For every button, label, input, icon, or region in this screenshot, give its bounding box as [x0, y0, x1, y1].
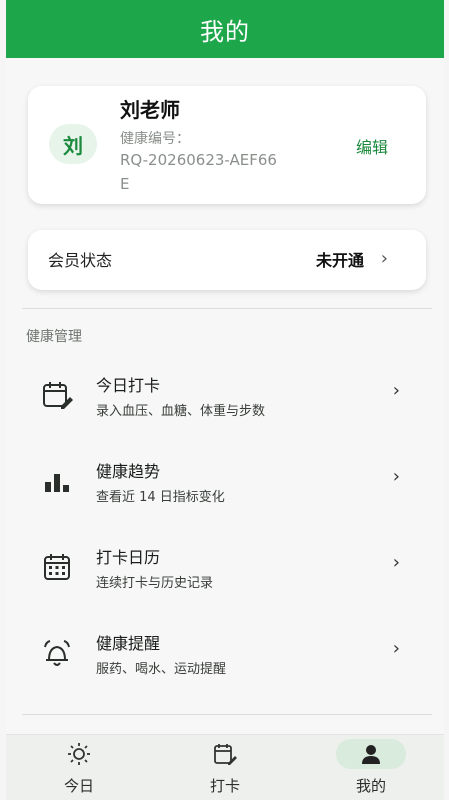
- membership-value: 未开通: [315, 251, 364, 270]
- page-title: 我的: [200, 17, 250, 46]
- menu-item-health-trend[interactable]: 健康趋势 查看近 14 日指标变化 ›: [26, 444, 424, 516]
- tab-mine[interactable]: 我的: [298, 735, 444, 800]
- membership-label: 会员状态: [48, 251, 113, 270]
- calendar-edit-icon: [214, 744, 237, 765]
- calendar-grid-icon: [44, 554, 70, 580]
- menu-item-title: 打卡日历: [96, 548, 161, 567]
- menu-item-health-reminder[interactable]: 健康提醒 服药、喝水、运动提醒 ›: [26, 616, 424, 688]
- bottom-tab-bar: 今日 打卡 我的: [6, 734, 444, 800]
- section-title: 健康管理: [26, 329, 82, 345]
- divider: [22, 308, 432, 309]
- menu-item-subtitle: 连续打卡与历史记录: [96, 576, 214, 591]
- membership-status-row[interactable]: 会员状态 未开通 ›: [28, 230, 426, 290]
- tab-label: 打卡: [209, 777, 240, 795]
- menu-item-subtitle: 服药、喝水、运动提醒: [96, 662, 227, 677]
- profile-card: 刘 刘老师 健康编号： RQ-20260623-AEF66E 编辑: [28, 86, 426, 204]
- chevron-right-icon: ›: [392, 466, 400, 487]
- chevron-right-icon: ›: [392, 638, 400, 659]
- chevron-right-icon: ›: [392, 552, 400, 573]
- menu-item-title: 健康提醒: [96, 634, 161, 653]
- bar-chart-icon: [45, 474, 69, 492]
- menu-item-daily-checkin[interactable]: 今日打卡 录入血压、血糖、体重与步数 ›: [26, 358, 424, 430]
- alarm-bell-icon: [44, 640, 70, 666]
- menu-item-subtitle: 查看近 14 日指标变化: [96, 490, 225, 505]
- tab-checkin[interactable]: 打卡: [152, 735, 298, 800]
- menu-item-subtitle: 录入血压、血糖、体重与步数: [96, 404, 266, 419]
- person-icon: [362, 745, 380, 764]
- menu-item-title: 今日打卡: [96, 376, 161, 395]
- app-header: 我的: [6, 0, 444, 58]
- menu-item-title: 健康趋势: [96, 462, 161, 481]
- health-id-label: 健康编号：: [120, 131, 190, 147]
- chevron-right-icon: ›: [392, 380, 400, 401]
- tab-today[interactable]: 今日: [6, 735, 152, 800]
- tab-label: 今日: [63, 777, 94, 795]
- calendar-edit-icon: [43, 382, 73, 409]
- tab-label: 我的: [355, 777, 386, 795]
- profile-page: 刘 刘老师 健康编号： RQ-20260623-AEF66E 编辑 会员状态 未…: [6, 58, 444, 734]
- divider: [22, 714, 432, 715]
- user-name: 刘老师: [120, 98, 180, 122]
- sun-icon: [68, 743, 90, 765]
- chevron-right-icon: ›: [380, 248, 388, 269]
- menu-item-checkin-calendar[interactable]: 打卡日历 连续打卡与历史记录 ›: [26, 530, 424, 602]
- edit-profile-button[interactable]: 编辑: [356, 134, 388, 158]
- avatar: 刘: [49, 124, 97, 164]
- health-id-value: RQ-20260623-AEF66E: [120, 151, 277, 193]
